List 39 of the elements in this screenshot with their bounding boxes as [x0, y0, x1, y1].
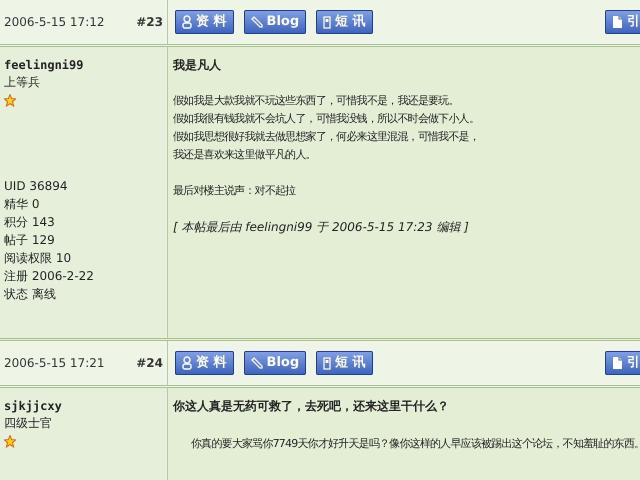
phone-icon	[323, 15, 332, 29]
user-stat: 状态 离线	[4, 286, 57, 303]
document-icon	[612, 15, 623, 29]
author-name[interactable]: feelingni99	[4, 57, 163, 73]
pencil-icon	[250, 357, 263, 369]
profile-button[interactable]: 资 料	[175, 351, 234, 375]
quote-button[interactable]: 引	[605, 351, 640, 375]
post-time: 2006-5-15 17:12	[4, 14, 104, 31]
post-title: 我是凡人	[173, 57, 222, 74]
user-rank: 上等兵	[4, 74, 41, 91]
floor-number: #24	[136, 355, 163, 372]
document-icon	[612, 356, 623, 370]
message-button[interactable]: 短 讯	[316, 10, 373, 34]
user-stat: 精华 0	[4, 196, 40, 213]
message-button[interactable]: 短 讯	[316, 351, 373, 375]
user-stat: 注册 2006-2-22	[4, 268, 95, 285]
edit-note: [ 本帖最后由 feelingni99 于 2006-5-15 17:23 编辑 ]	[173, 219, 470, 236]
floor-number: #23	[136, 14, 163, 31]
post-title: 你这人真是无药可救了，去死吧，还来这里干什么？	[173, 398, 450, 415]
phone-icon	[323, 356, 332, 370]
post-paragraph: 假如我是大款我就不玩这些东西了，可惜我不是，我还是要玩。 假如我很有钱我就不会坑人了，可惜我没钱，所以不时会做下小人。 假如我思想很好我就去做思想家了，何必来这里混混，可惜我不是， 我还是喜欢来这里做平凡的人。	[173, 93, 480, 163]
user-rank: 四级士官	[4, 415, 53, 432]
author-name[interactable]: sjkjjcxy	[4, 398, 163, 414]
user-stat: 阅读权限 10	[4, 250, 72, 267]
pencil-icon	[250, 16, 263, 28]
post-time: 2006-5-15 17:21	[4, 355, 104, 372]
person-icon	[182, 356, 192, 370]
star-icon	[4, 94, 16, 107]
post-paragraph: 你真的要大家骂你7749天你才好升天是吗？像你这样的人早应该被踢出这个论坛，不知羞耻的东西。	[190, 436, 640, 452]
user-stat: UID 36894	[4, 178, 69, 195]
blog-button[interactable]: Blog	[244, 10, 306, 34]
person-icon	[182, 15, 192, 29]
blog-button[interactable]: Blog	[244, 351, 306, 375]
user-stat: 积分 143	[4, 214, 56, 231]
user-stat: 帖子 129	[4, 232, 56, 249]
profile-button[interactable]: 资 料	[175, 10, 234, 34]
post-paragraph: 最后对楼主说声：对不起拉	[173, 183, 297, 199]
quote-button[interactable]: 引	[605, 10, 640, 34]
star-icon	[4, 435, 16, 448]
